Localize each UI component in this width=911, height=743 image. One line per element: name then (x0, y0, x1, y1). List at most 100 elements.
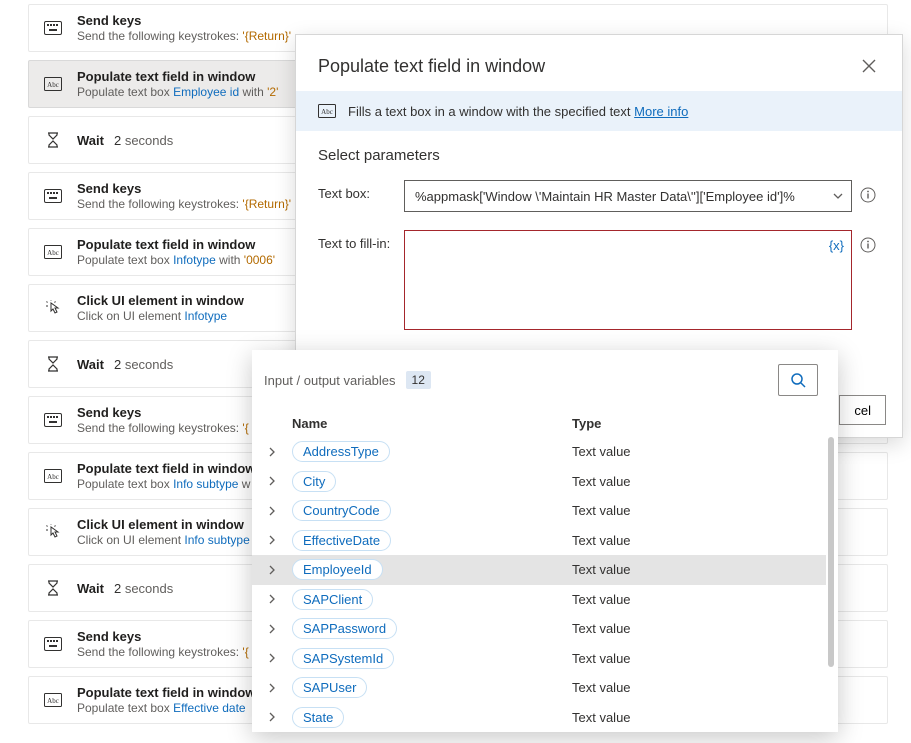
chevron-right-icon (268, 594, 292, 604)
scrollbar[interactable] (828, 437, 834, 667)
wait-icon (43, 354, 63, 374)
sendkeys-icon (43, 410, 63, 430)
chevron-right-icon (268, 447, 292, 457)
svg-text:Abc: Abc (321, 108, 333, 116)
variable-chip[interactable]: SAPClient (292, 589, 373, 610)
wait-seconds: 2 seconds (114, 357, 173, 372)
variable-chip[interactable]: EffectiveDate (292, 530, 391, 551)
text-box-input[interactable] (404, 180, 852, 212)
column-header-type: Type (572, 416, 826, 431)
variable-row[interactable]: EmployeeId Text value (252, 555, 826, 585)
step-subtitle: Click on UI element Infotype (77, 309, 244, 323)
sendkeys-icon (43, 634, 63, 654)
populate-icon: Abc (43, 690, 63, 710)
svg-text:Abc: Abc (47, 81, 59, 89)
variable-row[interactable]: SAPClient Text value (252, 585, 826, 615)
populate-icon: Abc (43, 466, 63, 486)
info-icon[interactable] (860, 180, 880, 203)
column-header-name: Name (292, 416, 572, 431)
step-title: Send keys (77, 629, 249, 644)
variable-row[interactable]: SAPPasswordText value (252, 614, 826, 644)
dialog-title: Populate text field in window (318, 56, 545, 77)
step-title: Wait (77, 357, 104, 372)
chevron-right-icon (268, 624, 292, 634)
chevron-right-icon (268, 565, 292, 575)
wait-seconds: 2 seconds (114, 133, 173, 148)
wait-icon (43, 130, 63, 150)
wait-seconds: 2 seconds (114, 581, 173, 596)
variable-type: Text value (572, 562, 826, 577)
variable-row[interactable]: AddressType Text value (252, 437, 826, 467)
variables-count-badge: 12 (406, 371, 431, 389)
step-subtitle: Send the following keystrokes: '{ (77, 421, 249, 435)
svg-text:Abc: Abc (47, 249, 59, 257)
label-text-box: Text box: (318, 180, 396, 201)
populate-icon: Abc (43, 74, 63, 94)
fx-button[interactable]: {x} (829, 238, 844, 253)
step-subtitle: Send the following keystrokes: '{Return}… (77, 29, 291, 43)
abc-icon: Abc (318, 103, 336, 119)
variable-type: Text value (572, 474, 826, 489)
variable-chip[interactable]: SAPPassword (292, 618, 397, 639)
variable-row[interactable]: SAPUser Text value (252, 673, 826, 703)
step-subtitle: Send the following keystrokes: '{ (77, 645, 249, 659)
chevron-right-icon (268, 683, 292, 693)
variable-chip[interactable]: SAPUser (292, 677, 367, 698)
variable-type: Text value (572, 444, 826, 459)
label-text-to-fill: Text to fill-in: (318, 230, 396, 251)
click-icon (43, 522, 63, 542)
step-title: Send keys (77, 405, 249, 420)
search-button[interactable] (778, 364, 818, 396)
step-subtitle: Populate text box Infotype with '0006' (77, 253, 275, 267)
chevron-right-icon (268, 653, 292, 663)
variable-chip[interactable]: CountryCode (292, 500, 391, 521)
step-title: Populate text field in window (77, 237, 275, 252)
more-info-link[interactable]: More info (634, 104, 688, 119)
sendkeys-icon (43, 18, 63, 38)
variable-chip[interactable]: AddressType (292, 441, 390, 462)
variable-type: Text value (572, 710, 826, 725)
chevron-right-icon (268, 535, 292, 545)
info-icon[interactable] (860, 230, 880, 253)
chevron-right-icon (268, 506, 292, 516)
variable-chip[interactable]: EmployeeId (292, 559, 383, 580)
svg-text:Abc: Abc (47, 473, 59, 481)
step-title: Populate text field in window (77, 461, 255, 476)
step-subtitle: Click on UI element Info subtype (77, 533, 250, 547)
chevron-right-icon (268, 712, 292, 722)
step-subtitle: Populate text box Info subtype w (77, 477, 255, 491)
variable-chip[interactable]: State (292, 707, 344, 728)
variable-type: Text value (572, 503, 826, 518)
variables-heading: Input / output variables (264, 373, 396, 388)
variables-popup: Input / output variables 12 Name Type Ad… (252, 350, 838, 732)
variable-row[interactable]: City Text value (252, 467, 826, 497)
variable-row[interactable]: CountryCode Text value (252, 496, 826, 526)
chevron-right-icon (268, 476, 292, 486)
cancel-button[interactable]: cel (839, 395, 886, 425)
step-title: Send keys (77, 13, 291, 28)
close-icon[interactable] (858, 55, 880, 77)
select-parameters-heading: Select parameters (318, 147, 880, 164)
step-title: Click UI element in window (77, 293, 244, 308)
wait-icon (43, 578, 63, 598)
variable-row[interactable]: EffectiveDate Text value (252, 526, 826, 556)
variable-chip[interactable]: City (292, 471, 336, 492)
variable-type: Text value (572, 651, 826, 666)
variable-row[interactable]: SAPSystemId Text value (252, 644, 826, 674)
text-to-fill-input[interactable] (404, 230, 852, 330)
step-title: Wait (77, 581, 104, 596)
step-title: Wait (77, 133, 104, 148)
variable-type: Text value (572, 592, 826, 607)
variable-type: Text value (572, 533, 826, 548)
step-subtitle: Populate text box Employee id with '2' (77, 85, 278, 99)
dialog-info-bar: Abc Fills a text box in a window with th… (296, 91, 902, 131)
step-subtitle: Populate text box Effective date (77, 701, 255, 715)
step-title: Send keys (77, 181, 291, 196)
variable-row[interactable]: State Text value (252, 703, 826, 733)
variable-type: Text value (572, 680, 826, 695)
click-icon (43, 298, 63, 318)
populate-icon: Abc (43, 242, 63, 262)
step-title: Populate text field in window (77, 685, 255, 700)
dialog-info-text: Fills a text box in a window with the sp… (348, 104, 631, 119)
variable-chip[interactable]: SAPSystemId (292, 648, 394, 669)
